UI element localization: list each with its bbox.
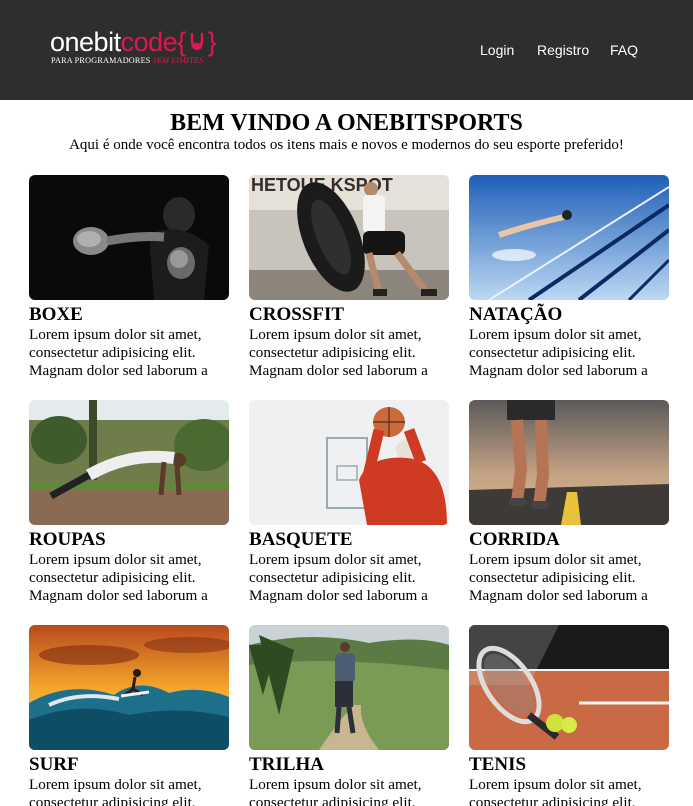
card-title: CROSSFIT (249, 304, 345, 325)
card-title: NATAÇÃO (469, 304, 563, 325)
tennis-racket-photo (469, 625, 669, 750)
navbar: onebitcode{} PARA PROGRAMADORES SEM LIMI… (0, 0, 693, 100)
card-title: SURF (29, 754, 79, 775)
card-text: Lorem ipsum dolor sit amet, consectetur … (469, 326, 648, 379)
nav-registro-link[interactable]: Registro (537, 42, 589, 58)
page-title: BEM VINDO A ONEBITSPORTS (170, 110, 523, 136)
crossfit-tire-photo: HETOUE KSPOT (249, 175, 449, 300)
card-text: Lorem ipsum dolor sit amet, consectetur … (29, 776, 202, 806)
card-text: Lorem ipsum dolor sit amet, consectetur … (29, 326, 208, 379)
card-title: CORRIDA (469, 529, 560, 550)
card-title: TENIS (469, 754, 527, 775)
card-title: TRILHA (249, 754, 324, 775)
card-text: Lorem ipsum dolor sit amet, consectetur … (469, 776, 642, 806)
card-title: ROUPAS (29, 529, 106, 550)
card-text: Lorem ipsum dolor sit amet, consectetur … (29, 551, 208, 604)
nav-login-link[interactable]: Login (480, 42, 514, 58)
nav-faq-link[interactable]: FAQ (610, 42, 638, 58)
card-text: Lorem ipsum dolor sit amet, consectetur … (249, 326, 428, 379)
pushup-outdoor-photo (29, 400, 229, 525)
nav-links: Login Registro FAQ (0, 42, 693, 60)
card-text: Lorem ipsum dolor sit amet, consectetur … (469, 551, 648, 604)
page-subtitle: Aqui é onde você encontra todos os itens… (69, 137, 624, 153)
running-road-photo (469, 400, 669, 525)
boxing-photo (29, 175, 229, 300)
swimming-pool-photo (469, 175, 669, 300)
card-title: BASQUETE (249, 529, 353, 550)
basketball-photo (249, 400, 449, 525)
hiking-trail-photo (249, 625, 449, 750)
card-text: Lorem ipsum dolor sit amet, consectetur … (249, 551, 428, 604)
surf-sunset-photo (29, 625, 229, 750)
card-text: Lorem ipsum dolor sit amet, consectetur … (249, 776, 422, 806)
card-title: BOXE (29, 304, 83, 325)
